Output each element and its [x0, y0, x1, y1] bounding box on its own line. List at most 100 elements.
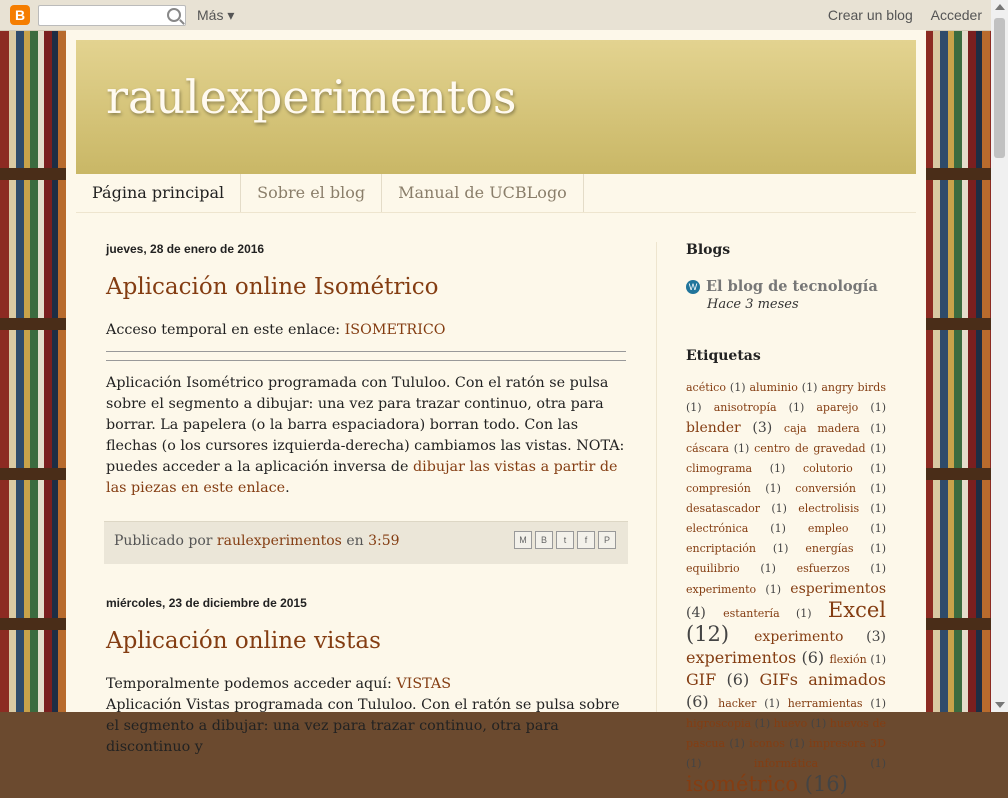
label-link[interactable]: experimentos	[686, 648, 796, 667]
post-paragraph: Aplicación Vistas programada con Tululoo…	[106, 697, 620, 755]
main-column: jueves, 28 de enero de 2016 Aplicación o…	[104, 242, 628, 758]
label-link[interactable]: anisotropía	[714, 401, 777, 414]
label-link[interactable]: energías	[805, 542, 853, 555]
label-count: (1)	[858, 401, 886, 414]
post-text: Aplicación Isométrico programada con Tul…	[106, 373, 626, 499]
share-buttons: MBtfP	[511, 531, 616, 549]
label-count: (4)	[686, 605, 724, 621]
label-link[interactable]: empleo	[808, 522, 849, 535]
label-link[interactable]: centro de gravedad	[754, 442, 865, 455]
label-link[interactable]: colutorio	[803, 462, 853, 475]
wordpress-icon: W	[686, 280, 700, 294]
label-link[interactable]: iconos	[749, 737, 785, 750]
label-link[interactable]: GIF	[686, 670, 716, 689]
search-box[interactable]	[38, 5, 186, 26]
label-count: (3)	[740, 420, 784, 436]
more-menu[interactable]: Más ▾	[197, 7, 234, 24]
vistas-link[interactable]: VISTAS	[396, 676, 451, 692]
label-link[interactable]: Excel	[828, 598, 886, 622]
blog-page: raulexperimentos Página principal Sobre …	[66, 30, 926, 795]
label-count: (1)	[856, 482, 887, 495]
label-link[interactable]: GIFs animados	[760, 670, 887, 689]
blog-title[interactable]: raulexperimentos	[106, 70, 517, 124]
blog-update-time: Hace 3 meses	[707, 297, 799, 312]
label-link[interactable]: angry birds	[821, 381, 886, 394]
label-link[interactable]: estantería	[723, 607, 779, 620]
label-count: (6)	[686, 692, 719, 711]
label-link[interactable]: desatascador	[686, 502, 760, 515]
label-link[interactable]: esfuerzos	[797, 562, 850, 575]
label-count: (1)	[865, 442, 886, 455]
tab-home[interactable]: Página principal	[76, 174, 242, 212]
post: miércoles, 23 de diciembre de 2015 Aplic…	[106, 596, 626, 758]
label-link[interactable]: huevo	[774, 717, 808, 730]
label-count: (1)	[853, 542, 887, 555]
label-count: (1)	[859, 422, 887, 435]
scroll-up-arrow-icon[interactable]	[995, 4, 1005, 10]
label-count: (1)	[756, 583, 791, 596]
label-link[interactable]: cáscara	[686, 442, 729, 455]
scroll-down-arrow-icon[interactable]	[995, 702, 1005, 708]
label-count: (16)	[798, 772, 848, 796]
label-link[interactable]: experimento	[754, 629, 843, 645]
label-count: (1)	[849, 562, 887, 575]
label-count: (1)	[725, 381, 750, 394]
label-count: (1)	[852, 462, 887, 475]
blogger-navbar: B Más ▾ Crear un blog Acceder	[0, 0, 1008, 31]
label-count: (1)	[848, 522, 887, 535]
label-link[interactable]: flexión	[829, 653, 866, 666]
label-count: (1)	[728, 442, 755, 455]
post-body: Acceso temporal en este enlace: ISOMETRI…	[106, 320, 626, 499]
isometrico-link[interactable]: ISOMETRICO	[345, 322, 446, 338]
email-icon[interactable]: M	[514, 531, 532, 549]
search-icon[interactable]	[167, 8, 181, 22]
blogger-logo-icon[interactable]: B	[10, 5, 30, 25]
label-link[interactable]: encriptación	[686, 542, 756, 555]
post-title[interactable]: Aplicación online Isométrico	[106, 274, 626, 300]
post-title[interactable]: Aplicación online vistas	[106, 628, 626, 654]
twitter-icon[interactable]: t	[556, 531, 574, 549]
label-link[interactable]: compresión	[686, 482, 751, 495]
label-count: (1)	[776, 401, 817, 414]
facebook-icon[interactable]: f	[577, 531, 595, 549]
label-link[interactable]: higroscopia	[686, 717, 751, 730]
label-link[interactable]: experimento	[686, 583, 756, 596]
blogthis-icon[interactable]: B	[535, 531, 553, 549]
search-input[interactable]	[41, 6, 165, 25]
label-link[interactable]: blender	[686, 420, 741, 436]
blog-link[interactable]: El blog de tecnología	[706, 278, 878, 295]
post-period: .	[285, 480, 290, 496]
label-link[interactable]: aluminio	[749, 381, 797, 394]
author-link[interactable]: raulexperimentos	[217, 533, 342, 549]
label-link[interactable]: electrolisis	[798, 502, 859, 515]
blog-list-item[interactable]: W El blog de tecnología Hace 3 meses	[686, 276, 886, 312]
tab-manual[interactable]: Manual de UCBLogo	[382, 174, 584, 212]
post-time-link[interactable]: 3:59	[368, 533, 399, 549]
label-link[interactable]: hacker	[718, 697, 756, 710]
label-link[interactable]: electrónica	[686, 522, 748, 535]
scroll-thumb[interactable]	[994, 18, 1005, 158]
label-count: (1)	[725, 737, 750, 750]
label-count: (1)	[818, 757, 887, 770]
label-link[interactable]: conversión	[795, 482, 856, 495]
pinterest-icon[interactable]: P	[598, 531, 616, 549]
label-link[interactable]: climograma	[686, 462, 752, 475]
label-link[interactable]: equilibrio	[686, 562, 740, 575]
column-divider	[656, 242, 657, 712]
scrollbar[interactable]	[991, 0, 1008, 712]
label-link[interactable]: caja madera	[784, 422, 860, 435]
label-link[interactable]: herramientas	[788, 697, 863, 710]
label-link[interactable]: informática	[754, 757, 818, 770]
label-link[interactable]: impresora 3D	[809, 737, 886, 750]
blogs-heading: Blogs	[686, 242, 731, 258]
label-link[interactable]: esperimentos	[790, 581, 886, 597]
label-link[interactable]: aparejo	[816, 401, 858, 414]
navbar-right: Crear un blog Acceder	[814, 7, 982, 23]
sidebar: Blogs W El blog de tecnología Hace 3 mese…	[686, 242, 886, 798]
sign-in-link[interactable]: Acceder	[931, 7, 982, 23]
label-count: (1)	[750, 482, 796, 495]
tab-about[interactable]: Sobre el blog	[241, 174, 383, 212]
create-blog-link[interactable]: Crear un blog	[828, 7, 913, 23]
label-link[interactable]: acético	[686, 381, 726, 394]
label-link[interactable]: isométrico	[686, 772, 798, 796]
